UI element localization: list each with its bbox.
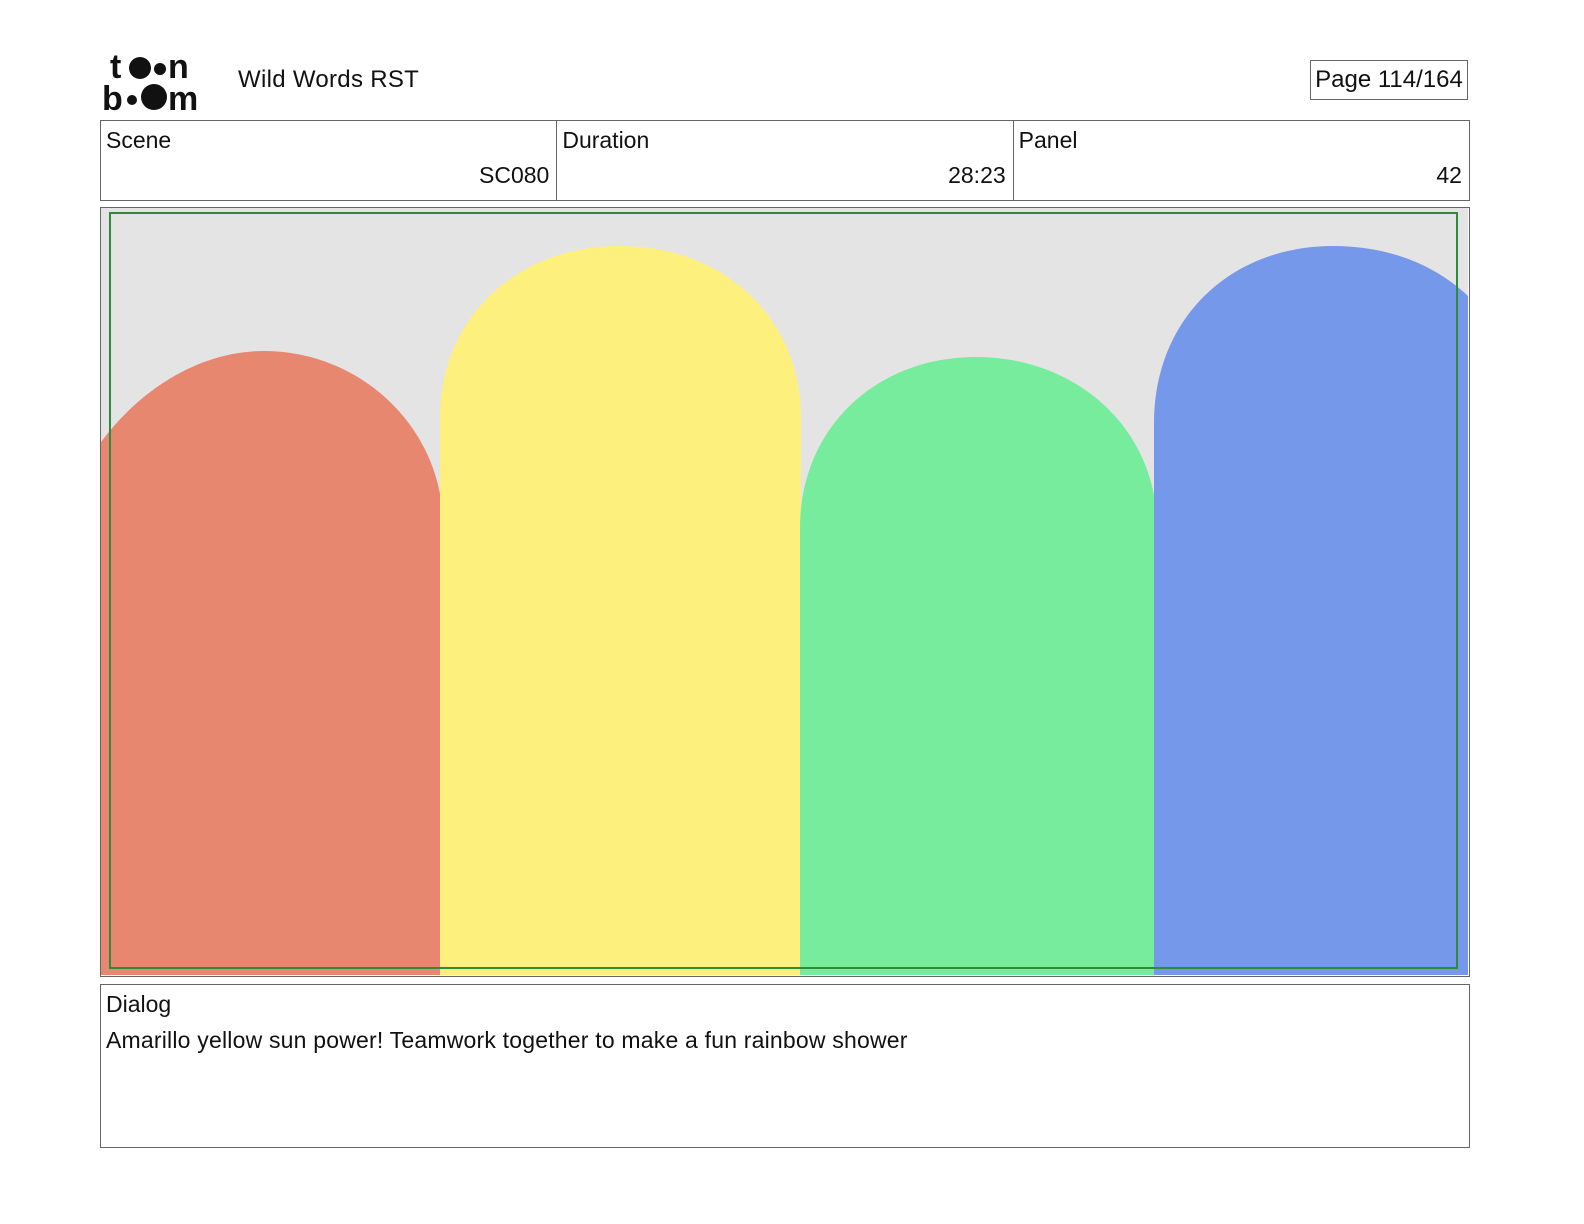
panel-value: 42 bbox=[1436, 162, 1462, 188]
storyboard-panel bbox=[100, 207, 1470, 977]
blue-arch-shape bbox=[1154, 246, 1468, 975]
scene-value: SC080 bbox=[479, 162, 550, 188]
duration-label: Duration bbox=[562, 127, 650, 153]
duration-cell: Duration 28:23 bbox=[556, 121, 1012, 200]
panel-label: Panel bbox=[1018, 127, 1078, 153]
panel-drawing bbox=[101, 208, 1468, 975]
project-title: Wild Words RST bbox=[238, 66, 420, 93]
svg-text:m: m bbox=[168, 80, 198, 114]
scene-label: Scene bbox=[106, 127, 172, 153]
green-arch-shape bbox=[800, 357, 1157, 975]
yellow-arch-shape bbox=[440, 246, 801, 975]
panel-info-table: Scene SC080 Duration 28:23 Panel 42 bbox=[100, 120, 1470, 201]
duration-value: 28:23 bbox=[948, 162, 1006, 188]
dialog-box: Dialog Amarillo yellow sun power! Teamwo… bbox=[100, 984, 1470, 1148]
toonboom-logo: t n b m bbox=[102, 48, 198, 114]
page-indicator: Page 114/164 bbox=[1310, 60, 1468, 100]
red-arch-shape bbox=[101, 351, 443, 975]
panel-cell: Panel 42 bbox=[1012, 121, 1469, 200]
dialog-label: Dialog bbox=[106, 991, 172, 1017]
svg-text:b: b bbox=[102, 80, 123, 114]
scene-cell: Scene SC080 bbox=[101, 121, 556, 200]
dialog-text: Amarillo yellow sun power! Teamwork toge… bbox=[106, 1027, 908, 1053]
